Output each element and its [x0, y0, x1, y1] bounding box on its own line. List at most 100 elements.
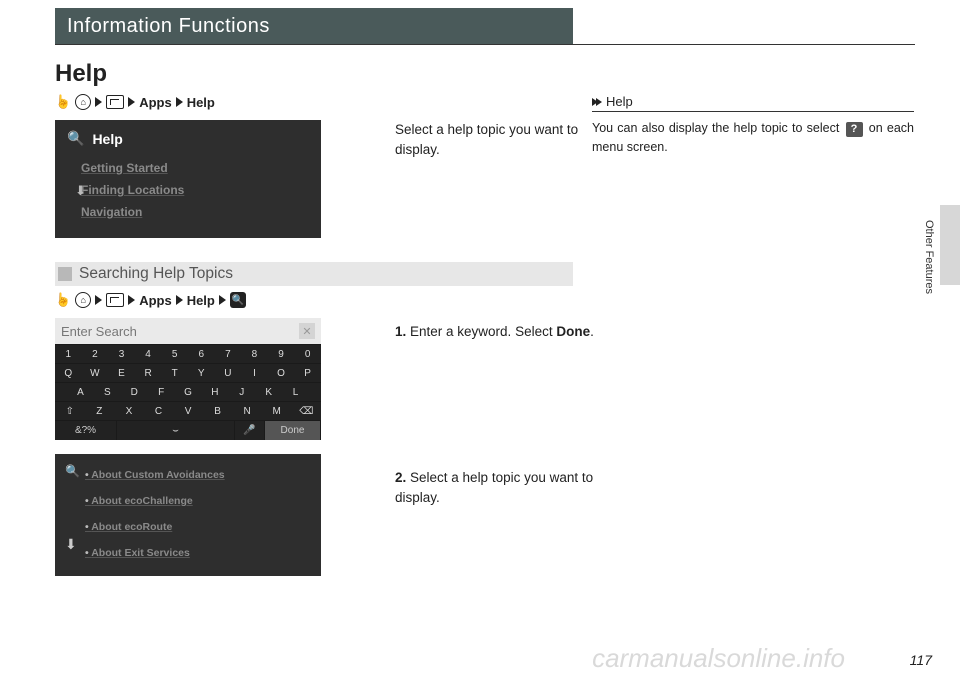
question-mark-icon: ?: [846, 122, 863, 137]
key: Y: [188, 368, 215, 379]
breadcrumb-apps: Apps: [139, 95, 172, 110]
search-icon: 🔍: [65, 464, 80, 478]
keyboard-row-qwerty: QWERTYUIOP: [55, 363, 321, 382]
breadcrumb-apps: Apps: [139, 293, 172, 308]
key: G: [175, 387, 202, 398]
step-1-text: 1. Enter a keyword. Select Done.: [395, 322, 610, 342]
scroll-down-icon: ⬇: [75, 183, 86, 199]
key: C: [144, 406, 174, 417]
search-icon: 🔍: [67, 130, 84, 147]
chevron-right-icon: [128, 295, 135, 305]
chevron-right-icon: [176, 295, 183, 305]
key: J: [228, 387, 255, 398]
breadcrumb-help: Help: [187, 293, 215, 308]
thumb-tab-label: Other Features: [923, 220, 935, 294]
key: F: [148, 387, 175, 398]
section-title: Help: [55, 60, 573, 88]
spacebar-key: ⌣: [117, 421, 235, 440]
search-icon-boxed: 🔍: [230, 292, 246, 308]
backspace-key: ⌫: [292, 406, 322, 417]
side-note-heading: Help: [592, 94, 914, 112]
result-item: About Custom Avoidances: [85, 462, 309, 488]
key: X: [114, 406, 144, 417]
result-item: About Exit Services: [85, 540, 309, 566]
breadcrumb-help: Help: [187, 95, 215, 110]
key: 2: [82, 349, 109, 360]
key: O: [268, 368, 295, 379]
pointer-icon: ☝: [55, 292, 71, 308]
navigation-icon: [106, 95, 124, 109]
key: R: [135, 368, 162, 379]
page-number: 117: [910, 652, 932, 668]
key: I: [241, 368, 268, 379]
step-bold: Done: [556, 324, 590, 339]
chevron-right-icon: [128, 97, 135, 107]
search-results-screenshot: 🔍 ⬇ About Custom Avoidances About ecoCha…: [55, 454, 321, 576]
help-menu-screenshot: 🔍 Help ⬇ Getting Started Finding Locatio…: [55, 120, 321, 238]
chapter-header: Information Functions: [55, 8, 573, 44]
watermark: carmanualsonline.info: [592, 643, 845, 674]
breadcrumb-2: ☝ ⌂ Apps Help 🔍: [55, 292, 573, 308]
key: S: [94, 387, 121, 398]
search-placeholder: Enter Search: [61, 324, 137, 339]
key: Q: [55, 368, 82, 379]
key: N: [232, 406, 262, 417]
key: 6: [188, 349, 215, 360]
key: P: [294, 368, 321, 379]
breadcrumb-1: ☝ ⌂ Apps Help: [55, 94, 573, 110]
step-tail: .: [590, 324, 594, 339]
step-number: 2.: [395, 470, 406, 485]
chevron-right-icon: [95, 97, 102, 107]
side-note-column: Help You can also display the help topic…: [592, 94, 914, 157]
key: M: [262, 406, 292, 417]
mic-key: 🎤: [235, 421, 265, 440]
subsection-title: Searching Help Topics: [79, 265, 233, 283]
key: 0: [294, 349, 321, 360]
chevron-right-icon: [176, 97, 183, 107]
key: 9: [268, 349, 295, 360]
result-item: About ecoChallenge: [85, 488, 309, 514]
chevron-right-icon: [219, 295, 226, 305]
shift-key: ⇧: [55, 406, 85, 417]
keyboard-row-zxcv: ⇧ZXCVBNM⌫: [55, 401, 321, 420]
key: W: [82, 368, 109, 379]
subsection-heading: Searching Help Topics: [55, 262, 573, 286]
key: 4: [135, 349, 162, 360]
help-item: Navigation: [67, 201, 309, 223]
side-note-title: Help: [606, 94, 633, 109]
keyboard-row-numbers: 1234567890: [55, 344, 321, 363]
header-rule: [55, 44, 915, 45]
keyboard-row-asdf: ASDFGHJKL: [55, 382, 321, 401]
navigation-icon: [106, 293, 124, 307]
keyboard-screenshot: Enter Search ✕ 1234567890 QWERTYUIOP ASD…: [55, 318, 321, 440]
key: E: [108, 368, 135, 379]
side-text-pre: You can also display the help topic to s…: [592, 121, 844, 135]
symbols-key: &?%: [55, 421, 117, 440]
key: 8: [241, 349, 268, 360]
chevron-right-icon: [95, 295, 102, 305]
side-note-body: You can also display the help topic to s…: [592, 119, 914, 157]
step-body: Select a help topic you want to display.: [395, 470, 593, 505]
panel-title: Help: [92, 131, 122, 147]
instruction-text: Select a help topic you want to display.: [395, 120, 605, 159]
key: U: [215, 368, 242, 379]
key: L: [282, 387, 309, 398]
key: B: [203, 406, 233, 417]
key: V: [173, 406, 203, 417]
key: 5: [161, 349, 188, 360]
key: Z: [85, 406, 115, 417]
key: 7: [215, 349, 242, 360]
help-item: Getting Started: [67, 157, 309, 179]
double-chevron-icon: [592, 98, 600, 106]
key: 3: [108, 349, 135, 360]
square-bullet-icon: [58, 267, 72, 281]
key: 1: [55, 349, 82, 360]
step-2-text: 2. Select a help topic you want to displ…: [395, 468, 610, 507]
key: T: [161, 368, 188, 379]
help-item: Finding Locations: [67, 179, 309, 201]
pointer-icon: ☝: [55, 94, 71, 110]
main-column: Help ☝ ⌂ Apps Help 🔍 Help ⬇ Getting Star…: [55, 60, 573, 576]
result-item: About ecoRoute: [85, 514, 309, 540]
key: H: [201, 387, 228, 398]
key: K: [255, 387, 282, 398]
